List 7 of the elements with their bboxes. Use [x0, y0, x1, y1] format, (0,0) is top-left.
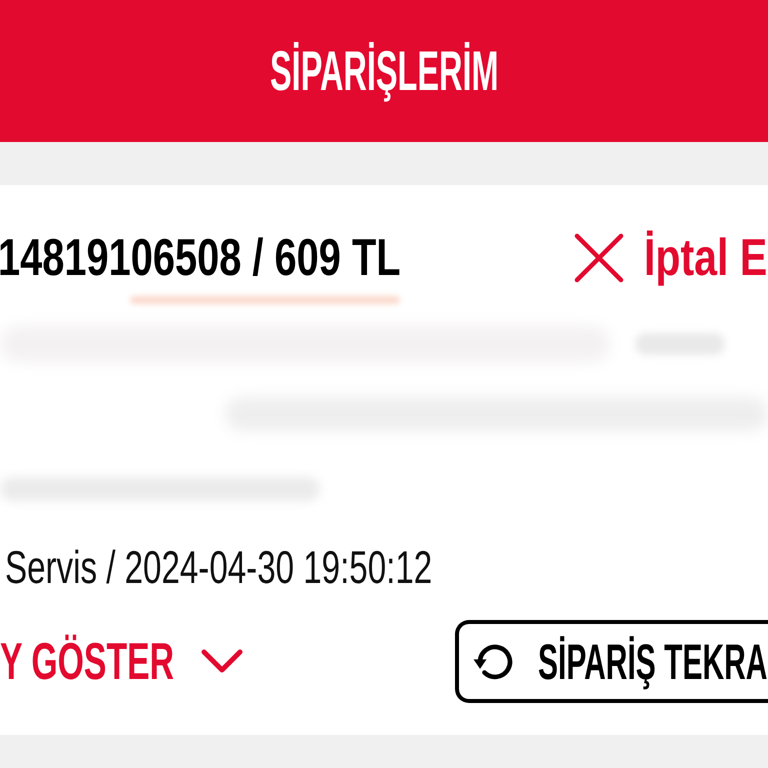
order-summary: 14819106508 / 609 TL	[0, 232, 401, 284]
reorder-button[interactable]: SİPARİŞ TEKRA	[455, 620, 768, 703]
chevron-icon	[201, 648, 243, 674]
cross-icon	[574, 233, 624, 283]
details-toggle[interactable]: Y GÖSTER	[0, 636, 243, 688]
delivery-info: Servis / 2024-04-30 19:50:12	[5, 544, 433, 590]
cancel-link[interactable]: İptal E	[574, 232, 768, 284]
